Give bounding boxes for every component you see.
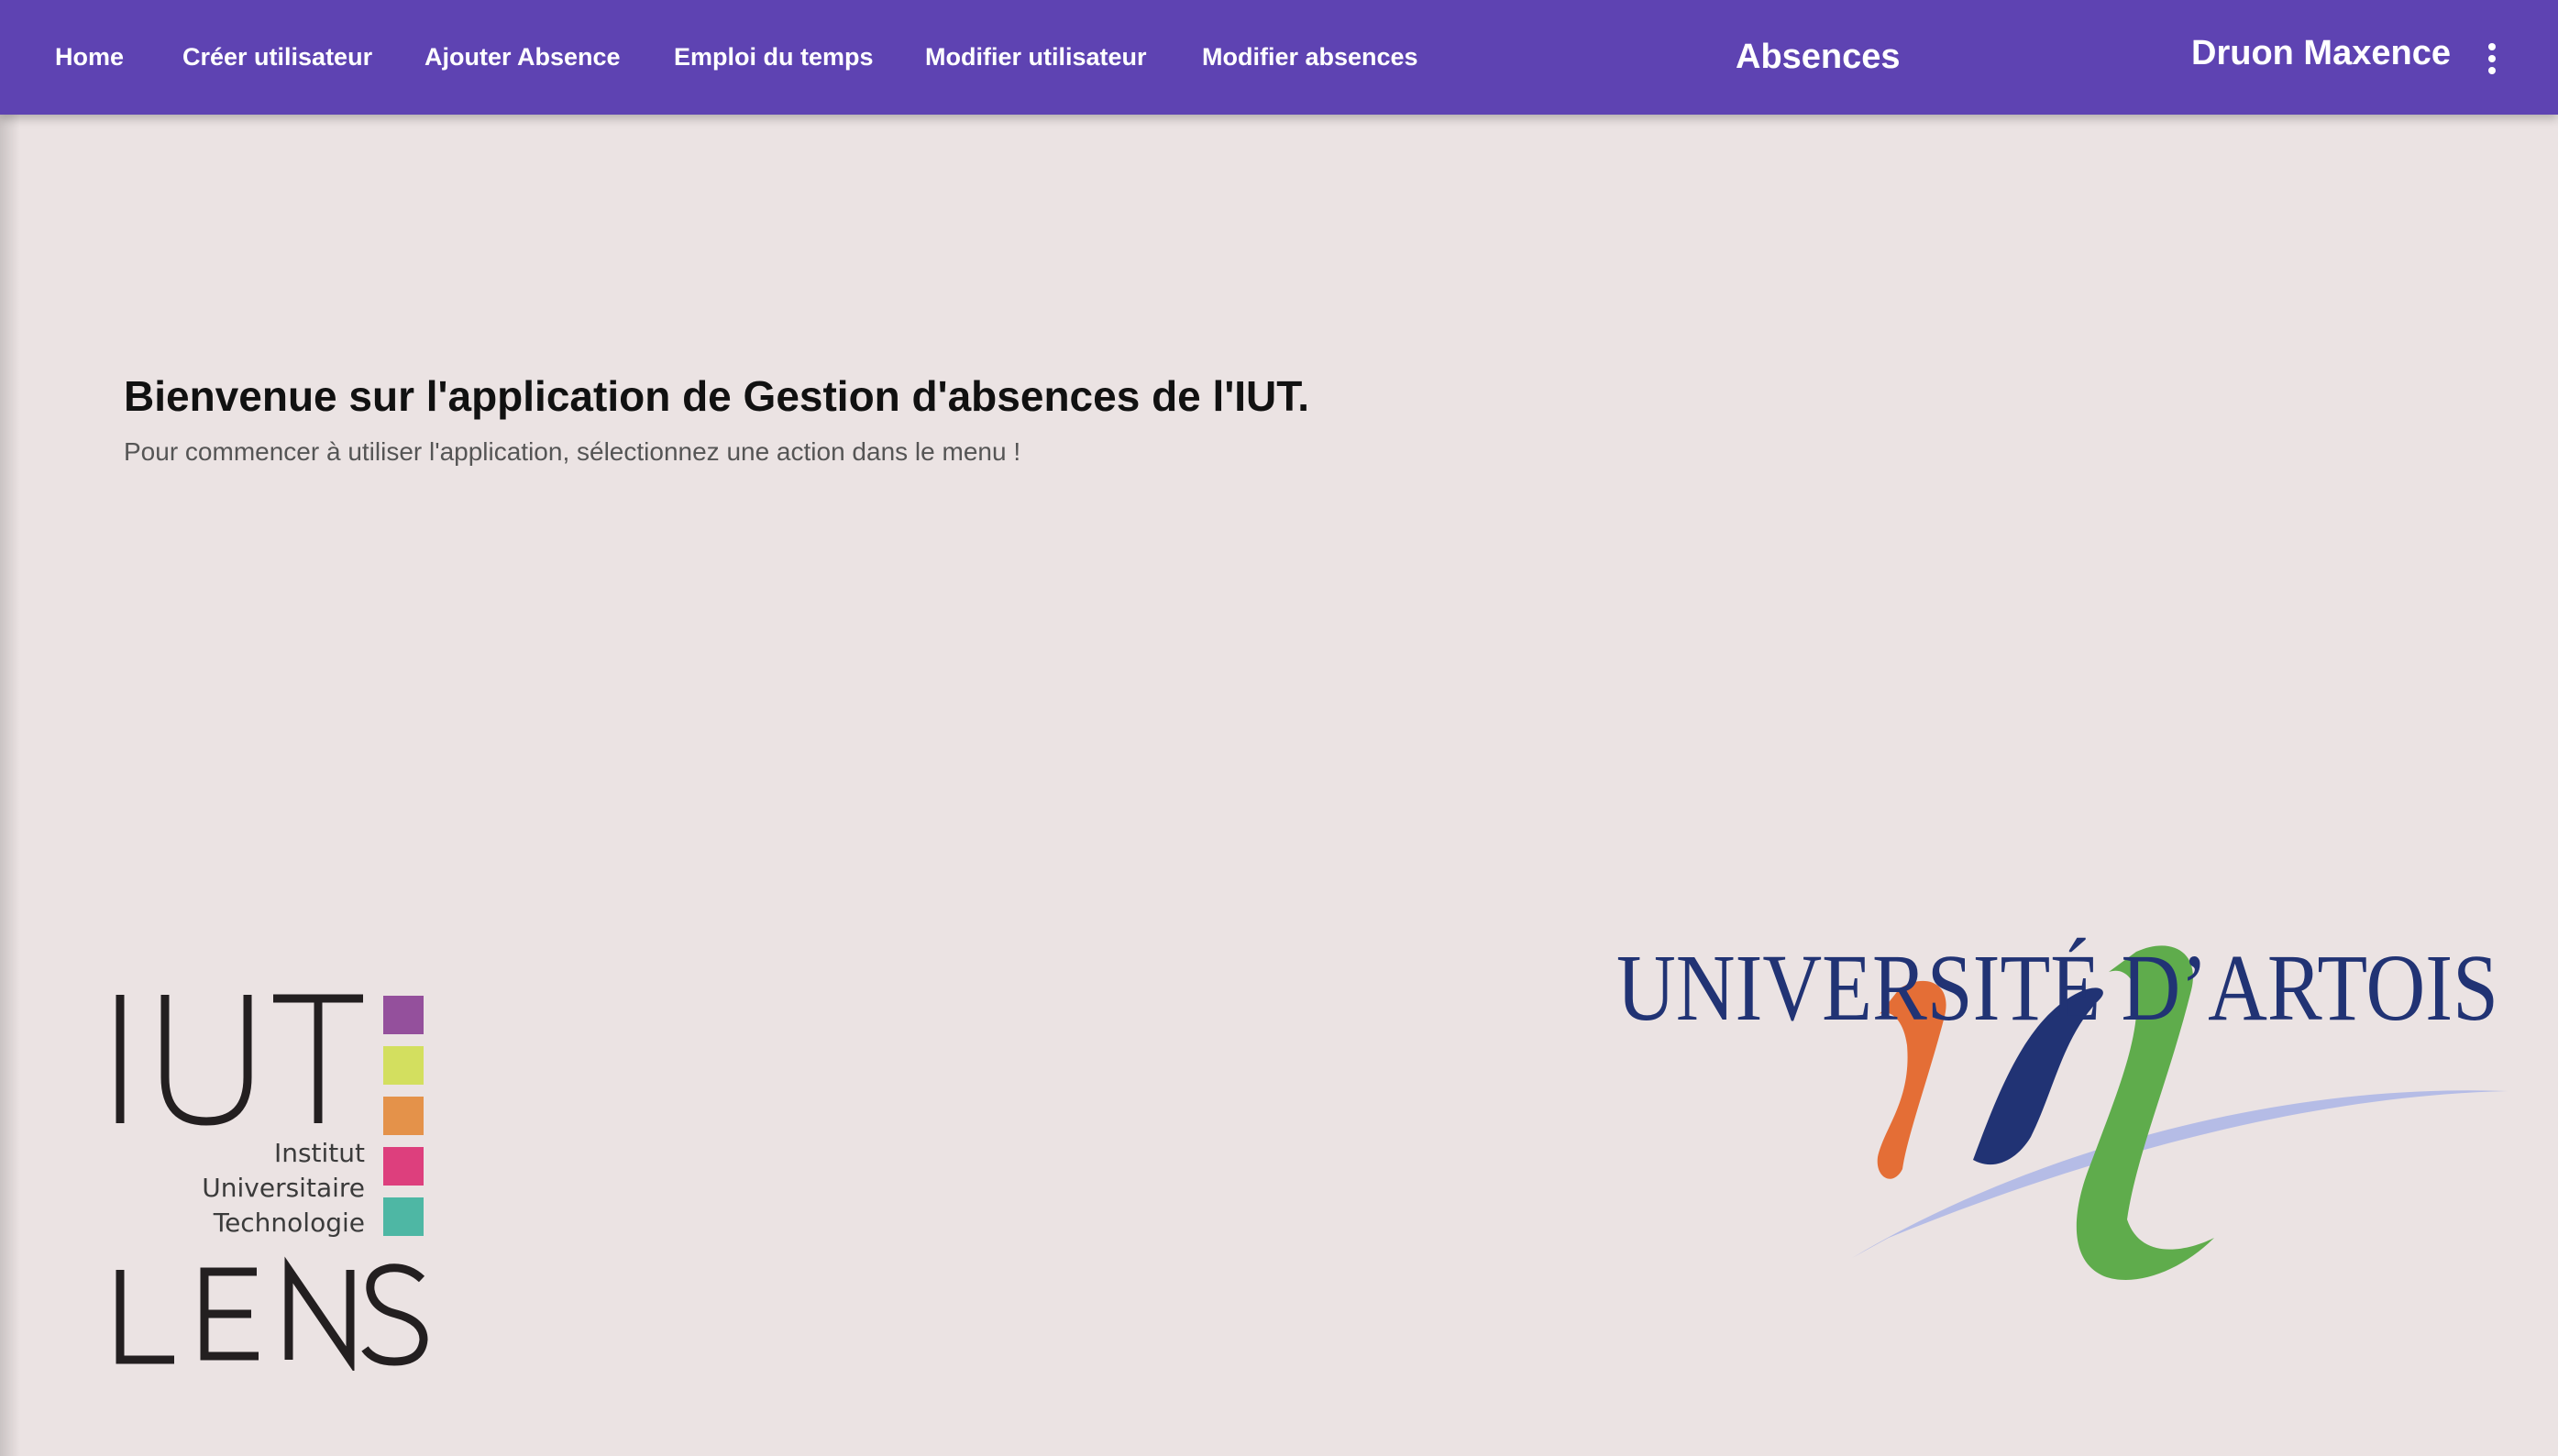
nav-home[interactable]: Home [55, 40, 124, 73]
iut-line-universitaire: Universitaire [202, 1173, 365, 1203]
universite-artois-logo: UNIVERSITÉ D’ARTOIS [1614, 935, 2521, 1421]
artois-swoosh [1852, 1090, 2508, 1258]
nav-modifier-absences[interactable]: Modifier absences [1202, 40, 1418, 73]
nav-creer-utilisateur[interactable]: Créer utilisateur [182, 40, 372, 73]
iut-square-1 [383, 996, 424, 1034]
welcome-subtitle: Pour commencer à utiliser l'application,… [124, 437, 1021, 466]
artois-name-text: UNIVERSITÉ D’ARTOIS [1616, 935, 2498, 1036]
nav-ajouter-absence[interactable]: Ajouter Absence [424, 40, 621, 73]
artois-wordmark: UNIVERSITÉ D’ARTOIS [1616, 935, 2498, 1036]
iut-lens-logo: Institut Universitaire Technologie [110, 986, 440, 1371]
app-bar: Home Créer utilisateur Ajouter Absence E… [0, 0, 2558, 115]
iut-square-4 [383, 1147, 424, 1186]
iut-square-5 [383, 1197, 424, 1236]
app-title: Absences [1736, 38, 1901, 76]
iut-line-institut: Institut [273, 1138, 365, 1168]
iut-square-2 [383, 1046, 424, 1085]
nav-emploi-du-temps[interactable]: Emploi du temps [674, 40, 874, 73]
more-vert-icon[interactable] [2475, 35, 2508, 83]
iut-square-3 [383, 1097, 424, 1135]
sidebar-edge-shadow [0, 115, 20, 1456]
user-name[interactable]: Druon Maxence [2191, 31, 2451, 75]
nav-modifier-utilisateur[interactable]: Modifier utilisateur [925, 40, 1147, 73]
welcome-title: Bienvenue sur l'application de Gestion d… [124, 372, 1310, 420]
iut-line-technologie: Technologie [213, 1208, 365, 1238]
